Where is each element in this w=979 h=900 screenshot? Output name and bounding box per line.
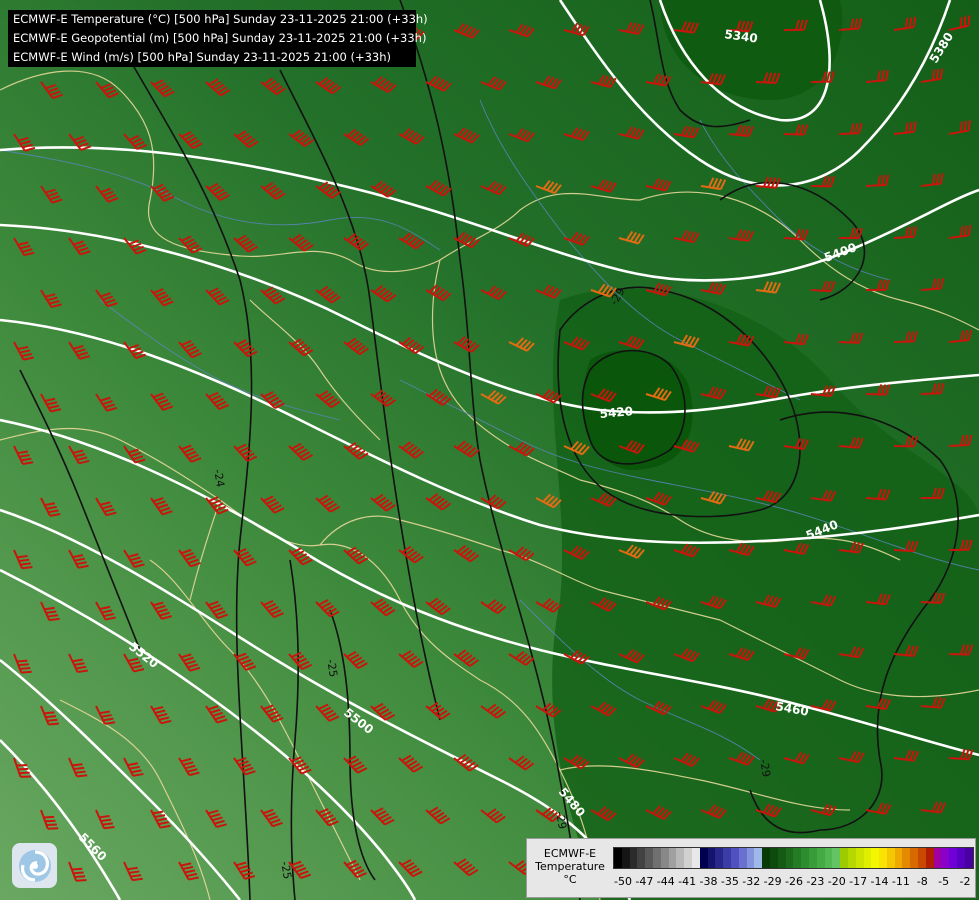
legend-swatch bbox=[894, 848, 903, 868]
map-title-box: ECMWF-E Temperature (°C) [500 hPa] Sunda… bbox=[8, 10, 428, 67]
legend-swatch bbox=[754, 848, 763, 868]
legend-swatch bbox=[691, 848, 700, 868]
logo-swirl-graphic bbox=[18, 849, 51, 882]
legend-swatch bbox=[621, 848, 630, 868]
legend-swatch bbox=[902, 848, 911, 868]
legend-tick-label: -41 bbox=[678, 875, 697, 888]
storm-swirl-icon[interactable] bbox=[12, 843, 57, 888]
legend-swatch bbox=[785, 848, 794, 868]
legend-tick-label: -5 bbox=[938, 875, 950, 888]
legend-swatch bbox=[879, 848, 887, 868]
legend-swatch bbox=[746, 848, 755, 868]
legend-tick-label: -29 bbox=[763, 875, 782, 888]
legend-swatch bbox=[738, 848, 747, 868]
legend-swatch bbox=[910, 848, 919, 868]
legend-swatch bbox=[793, 848, 802, 868]
contour-label-5420: 5420 bbox=[599, 404, 633, 421]
legend-tick-label: -35 bbox=[720, 875, 739, 888]
legend-swatch bbox=[715, 848, 724, 868]
legend-title-unit: °C bbox=[563, 873, 577, 886]
title-temperature: ECMWF-E Temperature (°C) [500 hPa] Sunda… bbox=[13, 12, 428, 26]
legend-tick-label: -26 bbox=[785, 875, 803, 888]
legend-color-scale bbox=[613, 847, 974, 869]
legend-tick-label: -11 bbox=[891, 875, 910, 888]
legend-swatch bbox=[949, 848, 958, 868]
legend-swatch bbox=[964, 848, 973, 868]
legend-swatch bbox=[762, 848, 770, 868]
legend-swatch bbox=[840, 848, 848, 868]
legend-swatch bbox=[707, 848, 716, 868]
legend-swatch bbox=[918, 848, 926, 868]
legend-swatch bbox=[941, 848, 950, 868]
legend-swatch bbox=[668, 848, 677, 868]
legend-swatch bbox=[676, 848, 685, 868]
legend-swatch bbox=[808, 848, 817, 868]
legend-title-variable: Temperature bbox=[535, 860, 605, 873]
legend-swatch bbox=[886, 848, 895, 868]
legend-tick-labels: -50 -47 -44 -41 -38 -35 -32 -29 -26 -23 -20 -17 -14-… bbox=[613, 875, 973, 889]
legend-tick-label: -38 bbox=[699, 875, 718, 888]
legend-swatch bbox=[816, 848, 825, 868]
legend-swatch bbox=[723, 848, 731, 868]
legend-tick-label: -2 bbox=[959, 875, 971, 888]
legend-tick-label: -44 bbox=[656, 875, 675, 888]
legend-swatch bbox=[863, 848, 872, 868]
weather-map: 5340 5380 5400 5420 5440 5460 5480 5500 … bbox=[0, 0, 979, 900]
legend-swatch bbox=[847, 848, 856, 868]
legend-swatch bbox=[801, 848, 809, 868]
legend-swatch bbox=[652, 848, 661, 868]
title-wind: ECMWF-E Wind (m/s) [500 hPa] Sunday 23-1… bbox=[13, 50, 392, 64]
legend-tick-label: -23 bbox=[806, 875, 825, 888]
temperature-legend: ECMWF-E Temperature °C -50 -47 -44 -41 -38 -3… bbox=[526, 838, 976, 898]
legend-swatch bbox=[614, 848, 622, 868]
legend-swatch bbox=[730, 848, 739, 868]
legend-swatch bbox=[769, 848, 778, 868]
legend-swatch bbox=[684, 848, 692, 868]
legend-swatch bbox=[629, 848, 638, 868]
legend-tick-label: -50 bbox=[614, 875, 632, 888]
map-viewport[interactable]: 5340 5380 5400 5420 5440 5460 5480 5500 … bbox=[0, 0, 979, 900]
legend-swatch bbox=[871, 848, 880, 868]
legend-swatch bbox=[925, 848, 934, 868]
legend-tick-label: -14 bbox=[870, 875, 889, 888]
legend-swatch bbox=[645, 848, 653, 868]
legend-tick-label: -20 bbox=[827, 875, 846, 888]
legend-tick-label: -17 bbox=[849, 875, 868, 888]
title-geopotential: ECMWF-E Geopotential (m) [500 hPa] Sunda… bbox=[13, 31, 427, 45]
legend-swatch bbox=[699, 848, 708, 868]
legend-swatch bbox=[777, 848, 786, 868]
legend-swatch bbox=[855, 848, 864, 868]
legend-swatch bbox=[933, 848, 942, 868]
legend-swatch bbox=[832, 848, 841, 868]
legend-swatch bbox=[824, 848, 833, 868]
legend-tick-label: -32 bbox=[742, 875, 761, 888]
legend-swatch bbox=[660, 848, 669, 868]
legend-title-model: ECMWF-E bbox=[543, 847, 597, 860]
legend-tick-label: -47 bbox=[635, 875, 654, 888]
legend-swatch bbox=[957, 848, 965, 868]
legend-title: ECMWF-E Temperature °C bbox=[531, 847, 609, 886]
legend-swatch bbox=[637, 848, 646, 868]
legend-tick-label: -8 bbox=[916, 875, 928, 888]
